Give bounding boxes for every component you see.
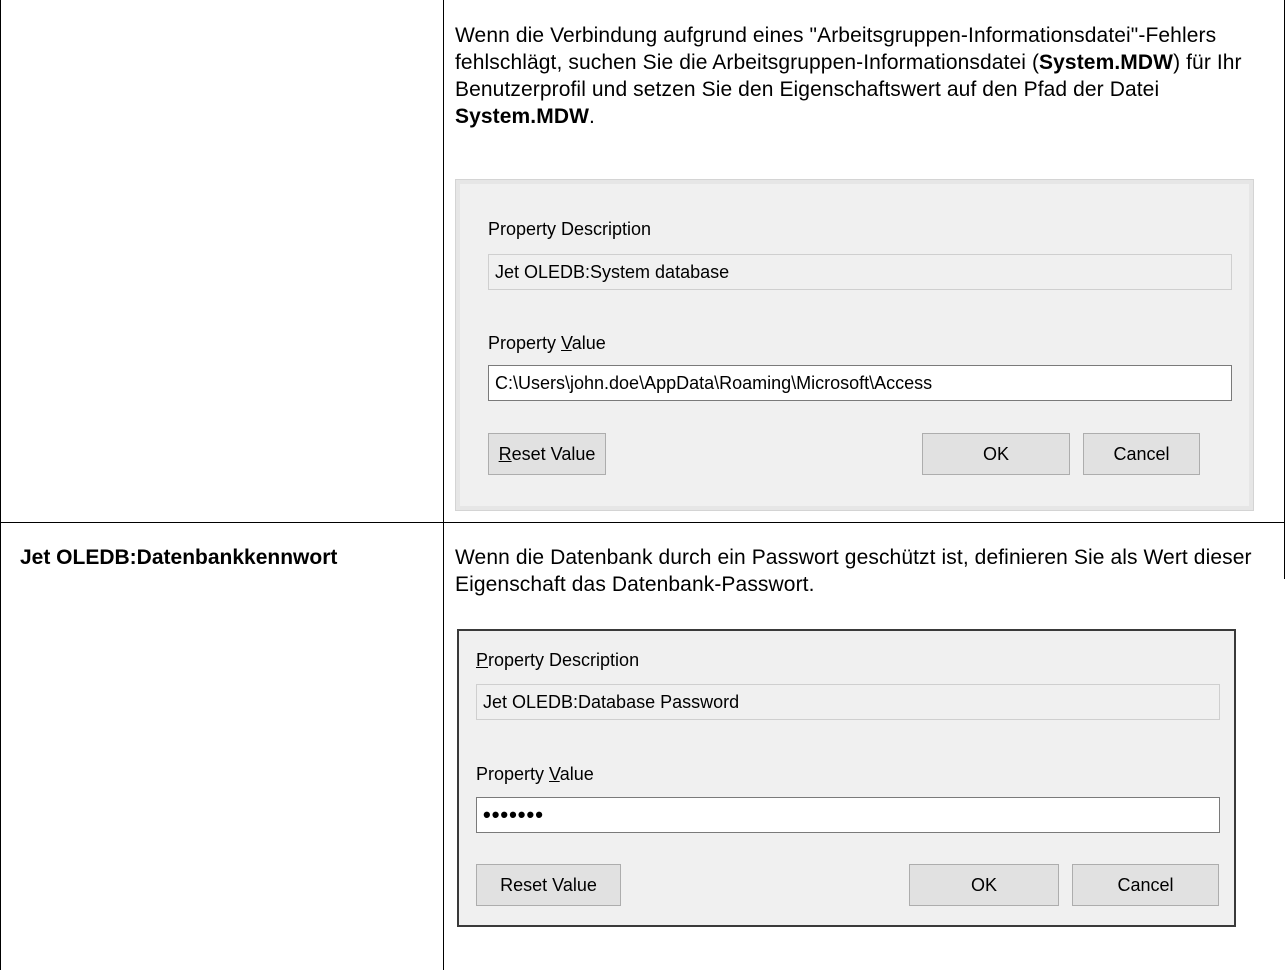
table-row: Wenn die Verbindung aufgrund eines "Arbe… <box>0 0 1285 522</box>
label-text: alue <box>559 764 594 784</box>
property-description-label: Property Description <box>476 649 639 671</box>
ok-button[interactable]: OK <box>909 864 1059 906</box>
file-name-text: System.MDW <box>455 105 590 128</box>
cancel-button[interactable]: Cancel <box>1072 864 1219 906</box>
label-accelerator: V <box>549 764 560 784</box>
row-description: Wenn die Verbindung aufgrund eines "Arbe… <box>455 22 1275 130</box>
cancel-button[interactable]: Cancel <box>1083 433 1200 475</box>
table-row: Jet OLEDB:Datenbankkennwort Wenn die Dat… <box>0 523 1285 970</box>
property-value-input[interactable]: C:\Users\john.doe\AppData\Roaming\Micros… <box>488 365 1232 401</box>
property-description-label: Property Description <box>488 219 652 239</box>
property-table: Wenn die Verbindung aufgrund eines "Arbe… <box>0 0 1285 970</box>
property-value-label: Property Value <box>476 763 594 785</box>
button-label: eset Value <box>511 444 596 464</box>
ok-button[interactable]: OK <box>922 433 1070 475</box>
password-input[interactable]: ••••••• <box>476 797 1220 833</box>
reset-value-button[interactable]: Reset Value <box>488 433 606 475</box>
file-name-text: System.MDW <box>1039 51 1174 74</box>
label-accelerator: P <box>476 650 489 670</box>
row-term: Jet OLEDB:Datenbankkennwort <box>20 546 338 569</box>
label-accelerator: V <box>561 333 572 353</box>
property-value-label: Property Value <box>488 332 606 354</box>
label-text: Property <box>476 764 550 784</box>
label-text: Property <box>488 333 562 353</box>
description-text: Wenn die Datenbank durch ein Passwort ge… <box>455 546 1252 596</box>
button-accelerator: R <box>498 444 512 464</box>
label-text: alue <box>571 333 606 353</box>
reset-value-button[interactable]: Reset Value <box>476 864 621 906</box>
property-dialog: Property Description Jet OLEDB:System da… <box>455 179 1254 511</box>
property-dialog: Property Description Jet OLEDB:Database … <box>457 629 1236 927</box>
row-description: Wenn die Datenbank durch ein Passwort ge… <box>455 544 1275 598</box>
property-description-field: Jet OLEDB:Database Password <box>476 684 1220 720</box>
description-text: . <box>589 105 595 128</box>
label-text: roperty Description <box>488 650 640 670</box>
property-description-field: Jet OLEDB:System database <box>488 254 1232 290</box>
